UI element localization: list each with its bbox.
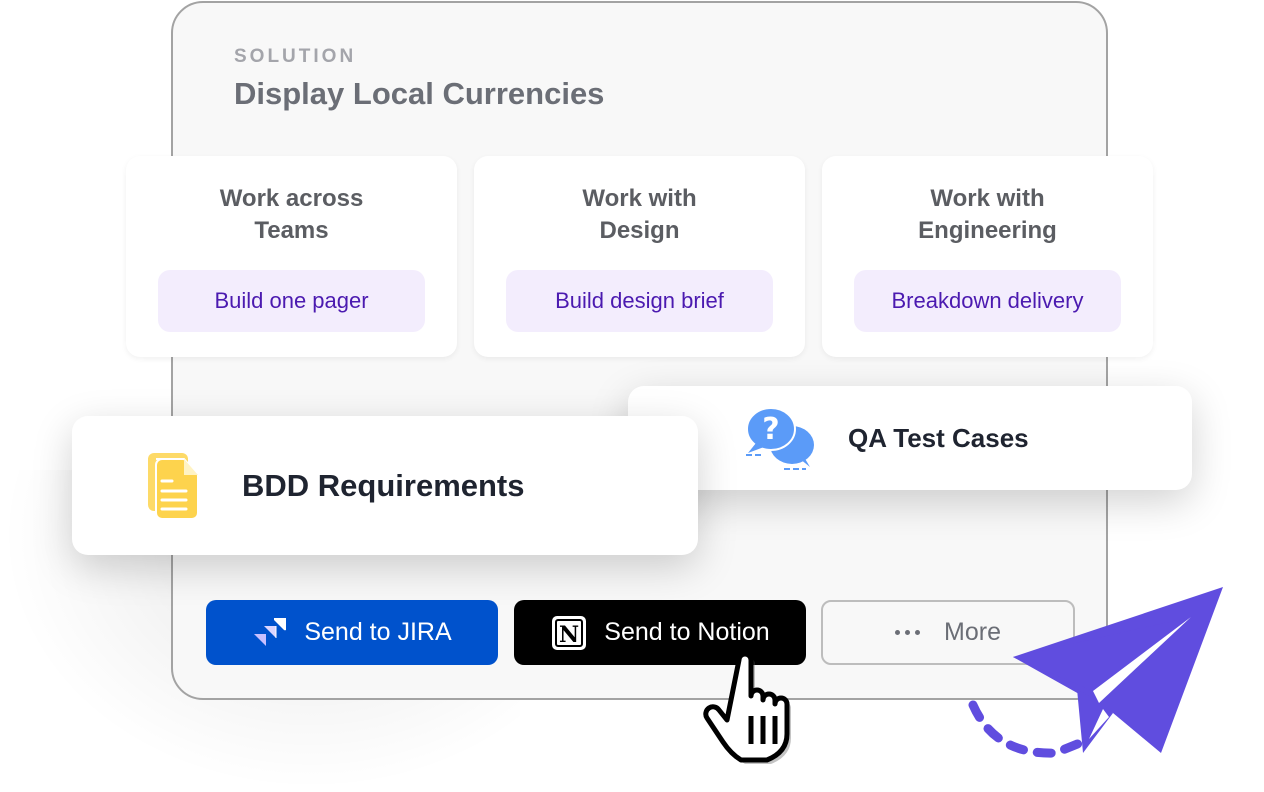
- send-to-jira-label: Send to JIRA: [304, 618, 452, 646]
- tile-heading-line2: Design: [599, 217, 680, 244]
- tile-heading-line2: Engineering: [918, 217, 1057, 244]
- tile-heading-line1: Work across: [219, 185, 364, 212]
- tile-design: Work with Design Build design brief: [474, 156, 805, 357]
- send-to-jira-button[interactable]: Send to JIRA: [206, 600, 498, 665]
- build-one-pager-button[interactable]: Build one pager: [158, 270, 425, 332]
- svg-text:?: ?: [762, 412, 779, 447]
- solution-eyebrow: SOLUTION: [234, 46, 357, 67]
- document-icon: [148, 452, 202, 519]
- paper-plane-icon: [968, 587, 1223, 758]
- jira-icon: [252, 616, 288, 650]
- bdd-requirements-card[interactable]: BDD Requirements: [72, 416, 698, 555]
- qa-test-cases-card[interactable]: ? QA Test Cases: [628, 386, 1192, 490]
- tile-heading-line1: Work with: [930, 185, 1045, 212]
- breakdown-delivery-button[interactable]: Breakdown delivery: [854, 270, 1121, 332]
- tile-engineering: Work with Engineering Breakdown delivery: [822, 156, 1153, 357]
- notion-icon: N: [550, 614, 588, 652]
- question-chat-icon: ?: [744, 405, 818, 471]
- tile-heading: Work with Engineering: [822, 183, 1153, 247]
- send-to-notion-label: Send to Notion: [604, 618, 770, 646]
- qa-card-label: QA Test Cases: [848, 422, 1029, 453]
- more-dots-icon: [895, 630, 921, 635]
- tile-heading: Work with Design: [474, 183, 805, 247]
- pointer-hand-cursor-icon: [703, 651, 791, 764]
- svg-text:N: N: [559, 622, 579, 648]
- tile-heading-line2: Teams: [254, 217, 329, 244]
- solution-title: Display Local Currencies: [234, 76, 605, 111]
- tile-heading: Work across Teams: [126, 183, 457, 247]
- bdd-card-label: BDD Requirements: [242, 467, 525, 503]
- build-design-brief-button[interactable]: Build design brief: [506, 270, 773, 332]
- tile-heading-line1: Work with: [582, 185, 697, 212]
- tile-teams: Work across Teams Build one pager: [126, 156, 457, 357]
